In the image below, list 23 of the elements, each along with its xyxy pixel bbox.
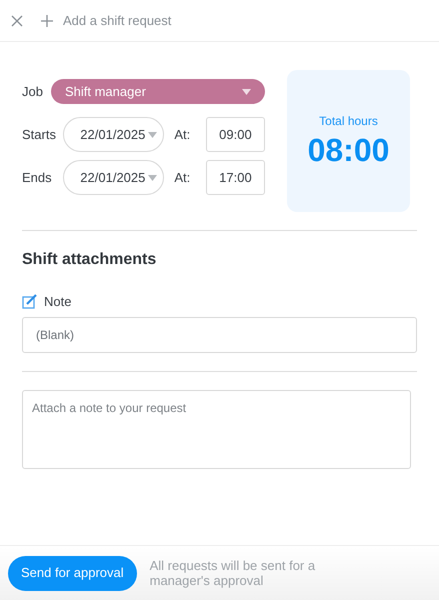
panel-title: Add a shift request bbox=[63, 12, 172, 30]
plus-icon[interactable] bbox=[41, 14, 53, 26]
date-dropdown[interactable]: 22/01/2025 bbox=[62, 117, 164, 152]
at-label: At: bbox=[174, 126, 192, 144]
caret-icon bbox=[242, 88, 251, 94]
caret-icon bbox=[148, 132, 158, 138]
close-icon[interactable] bbox=[11, 14, 23, 26]
caret-icon bbox=[148, 174, 158, 180]
section-heading: Shift attachments bbox=[22, 250, 158, 270]
time-field[interactable]: 17:00 bbox=[206, 160, 265, 195]
total-hours-label: Total hours bbox=[319, 113, 378, 130]
job-label: Job bbox=[22, 82, 43, 101]
approval-hint: All requests will be sent for a manager's approval bbox=[150, 558, 316, 588]
time-field[interactable]: 09:00 bbox=[206, 117, 265, 152]
message-field[interactable]: Attach a note to your request bbox=[22, 390, 411, 468]
date-dropdown[interactable]: 22/01/2025 bbox=[62, 160, 164, 195]
note-field[interactable]: (Blank) bbox=[22, 316, 417, 352]
edit-icon bbox=[22, 294, 38, 310]
note-label: Note bbox=[44, 293, 72, 311]
schedule-label: Ends bbox=[22, 168, 53, 187]
at-label: At: bbox=[174, 168, 192, 187]
total-hours-value: 08:00 bbox=[308, 131, 390, 170]
schedule-label: Starts bbox=[22, 126, 57, 144]
